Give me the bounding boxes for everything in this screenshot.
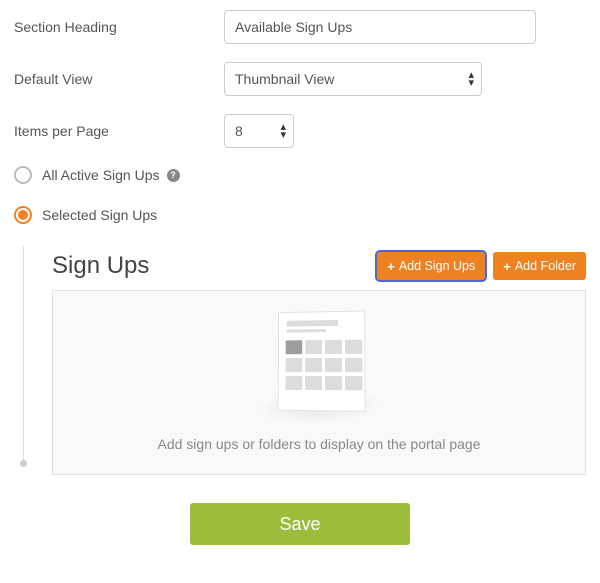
empty-state: Add sign ups or folders to display on th… bbox=[52, 290, 586, 475]
select-items-per-page[interactable]: 8 bbox=[224, 114, 294, 148]
select-items-per-page-wrap: 8 ▴▾ bbox=[224, 114, 294, 148]
signups-panel: Sign Ups + Add Sign Ups + Add Folder bbox=[34, 246, 586, 475]
panel-title: Sign Ups bbox=[52, 252, 149, 280]
radio-selected[interactable]: Selected Sign Ups bbox=[14, 206, 586, 224]
radio-all-active-label: All Active Sign Ups bbox=[42, 167, 160, 183]
add-folder-button[interactable]: + Add Folder bbox=[493, 252, 586, 280]
save-button[interactable]: Save bbox=[190, 503, 410, 545]
save-row: Save bbox=[14, 503, 586, 545]
tree-line bbox=[23, 246, 24, 463]
empty-message: Add sign ups or folders to display on th… bbox=[158, 436, 481, 452]
radio-circle-icon bbox=[14, 166, 32, 184]
panel-button-group: + Add Sign Ups + Add Folder bbox=[377, 252, 586, 280]
radio-selected-label: Selected Sign Ups bbox=[42, 207, 157, 223]
help-icon[interactable]: ? bbox=[167, 169, 180, 182]
input-section-heading[interactable] bbox=[224, 10, 536, 44]
select-default-view-wrap: Thumbnail View ▴▾ bbox=[224, 62, 482, 96]
add-signups-button[interactable]: + Add Sign Ups bbox=[377, 252, 485, 280]
add-signups-button-label: Add Sign Ups bbox=[399, 259, 475, 273]
panel-header: Sign Ups + Add Sign Ups + Add Folder bbox=[52, 252, 586, 280]
plus-icon: + bbox=[503, 260, 511, 273]
label-items-per-page: Items per Page bbox=[14, 123, 224, 139]
plus-icon: + bbox=[387, 260, 395, 273]
tree-end-dot-icon bbox=[20, 460, 27, 467]
tree-area: Sign Ups + Add Sign Ups + Add Folder bbox=[14, 246, 586, 475]
radio-dot-icon bbox=[18, 210, 28, 220]
label-section-heading: Section Heading bbox=[14, 19, 224, 35]
radio-all-active[interactable]: All Active Sign Ups ? bbox=[14, 166, 586, 184]
radio-circle-selected-icon bbox=[14, 206, 32, 224]
select-default-view[interactable]: Thumbnail View bbox=[224, 62, 482, 96]
add-folder-button-label: Add Folder bbox=[515, 259, 576, 273]
row-items-per-page: Items per Page 8 ▴▾ bbox=[14, 114, 586, 148]
empty-illustration-icon bbox=[255, 311, 383, 426]
row-default-view: Default View Thumbnail View ▴▾ bbox=[14, 62, 586, 96]
row-section-heading: Section Heading bbox=[14, 10, 586, 44]
label-default-view: Default View bbox=[14, 71, 224, 87]
